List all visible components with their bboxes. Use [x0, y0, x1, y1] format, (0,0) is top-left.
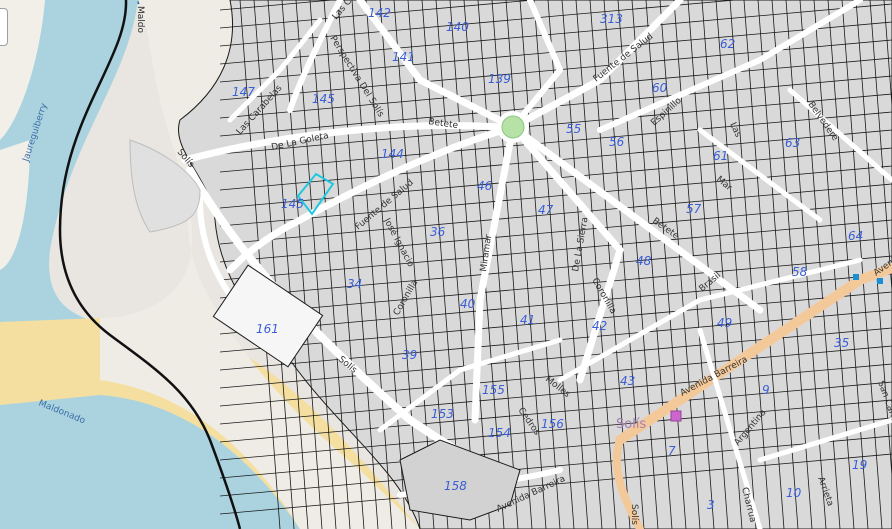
block-number-144: 144: [381, 147, 404, 161]
block-number-142: 142: [368, 6, 391, 20]
block-number-63: 63: [785, 136, 800, 150]
block-number-39: 39: [402, 348, 417, 362]
zoom-control-button[interactable]: [0, 8, 8, 46]
block-number-141: 141: [392, 50, 415, 64]
block-number-139: 139: [488, 72, 511, 86]
map-view[interactable]: 142 140 313 62 141 139 147 145 60 55 56 63 144 61 145 4…: [0, 0, 892, 529]
block-number-58: 58: [792, 265, 808, 279]
block-number-9: 9: [762, 383, 770, 397]
block-number-145: 145: [281, 197, 304, 211]
block-number-19: 19: [852, 458, 867, 472]
block-number-55: 55: [566, 122, 581, 136]
block-number-35: 35: [834, 336, 849, 350]
block-number-156: 156: [541, 417, 564, 431]
block-number-62: 62: [720, 37, 735, 51]
block-number-57: 57: [686, 202, 702, 216]
block-number-56: 56: [609, 135, 625, 149]
street-name-maldo_top: Maldo: [135, 6, 145, 33]
block-number-60: 60: [652, 81, 668, 95]
block-number-158: 158: [444, 479, 467, 493]
block-number-47: 47: [538, 203, 554, 217]
block-number-145: 145: [312, 92, 335, 106]
block-number-3: 3: [707, 498, 715, 512]
block-number-10: 10: [786, 486, 802, 500]
street-name-solis_v: Solís: [629, 504, 639, 525]
poi-icon[interactable]: [670, 410, 682, 422]
block-number-61: 61: [713, 149, 728, 163]
block-number-34: 34: [347, 277, 362, 291]
block-number-64: 64: [848, 229, 863, 243]
block-number-153: 153: [431, 407, 454, 421]
block-number-155: 155: [482, 383, 505, 397]
bus-stop-icon[interactable]: [877, 278, 883, 284]
place-label-solis: Solís: [616, 417, 646, 432]
block-number-154: 154: [488, 426, 511, 440]
block-number-46: 46: [477, 179, 493, 193]
block-number-48: 48: [636, 254, 652, 268]
block-number-140: 140: [446, 20, 469, 34]
block-number-42: 42: [592, 319, 607, 333]
block-number-7: 7: [668, 444, 676, 458]
bus-stop-icon[interactable]: [853, 274, 859, 280]
map-canvas[interactable]: 142 140 313 62 141 139 147 145 60 55 56 63 144 61 145 4…: [0, 0, 892, 529]
block-number-313: 313: [600, 12, 623, 26]
block-number-49: 49: [717, 316, 732, 330]
block-number-41: 41: [520, 313, 535, 327]
block-number-161: 161: [256, 322, 279, 336]
block-number-43: 43: [620, 374, 635, 388]
block-number-40: 40: [460, 297, 476, 311]
block-number-147: 147: [232, 85, 255, 99]
block-number-36: 36: [430, 225, 446, 239]
plaza-green[interactable]: [501, 115, 525, 139]
